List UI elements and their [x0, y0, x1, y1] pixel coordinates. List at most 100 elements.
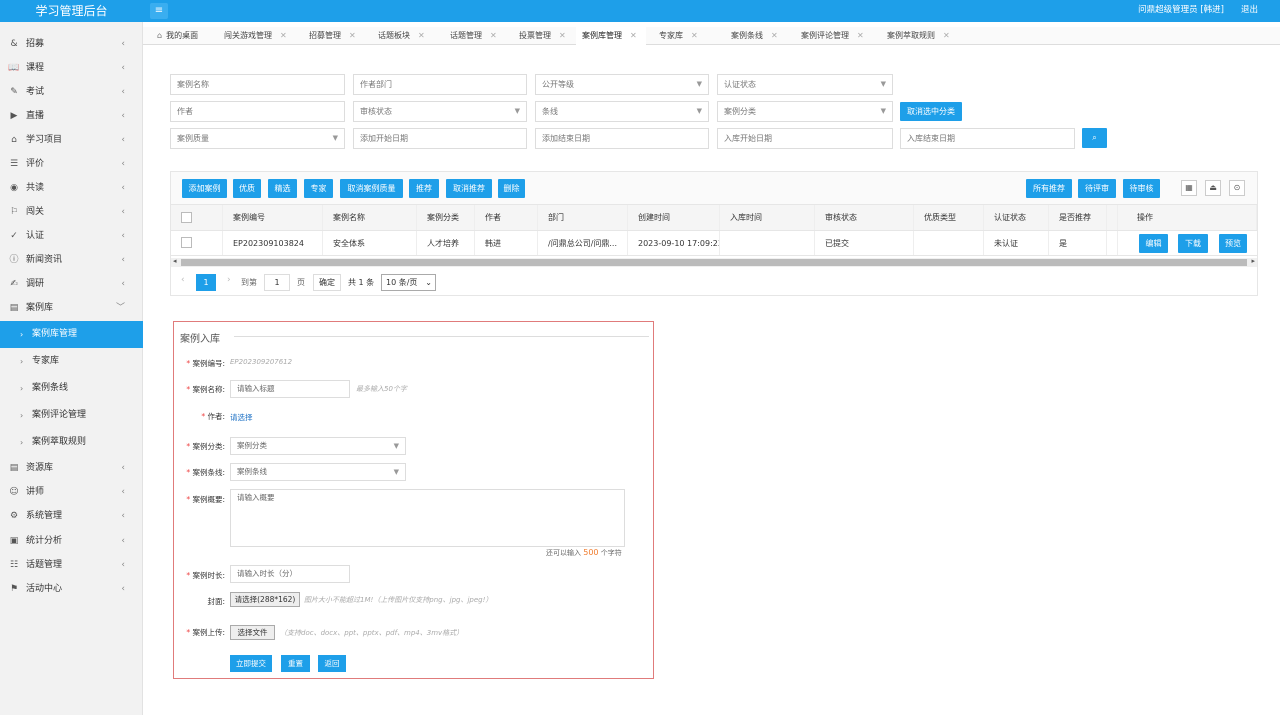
- toolbar-button[interactable]: 推荐: [409, 179, 439, 198]
- goto-page-input[interactable]: 1: [264, 274, 290, 291]
- sidebar-item[interactable]: ▶ 直播 ‹: [0, 104, 143, 128]
- reset-button[interactable]: 重置: [281, 655, 310, 672]
- download-button[interactable]: 下载: [1178, 234, 1208, 253]
- close-icon[interactable]: ✕: [857, 31, 864, 40]
- tab-item[interactable]: 闯关游戏管理 ✕: [218, 27, 296, 45]
- sidebar-subitem[interactable]: › 案例评论管理: [0, 402, 143, 429]
- line-select[interactable]: 条线 ▼: [535, 101, 709, 122]
- tab-item[interactable]: 话题板块 ✕: [372, 27, 437, 45]
- back-button[interactable]: 返回: [318, 655, 346, 672]
- quality-select[interactable]: 案例质量 ▼: [170, 128, 345, 149]
- author-select-link[interactable]: 请选择: [230, 412, 253, 423]
- toolbar-button[interactable]: 删除: [498, 179, 525, 198]
- toolbar-button[interactable]: 取消推荐: [446, 179, 492, 198]
- tab-item[interactable]: ⌂ 我的桌面: [151, 27, 211, 45]
- sidebar-subitem[interactable]: › 案例萃取规则: [0, 429, 143, 456]
- close-icon[interactable]: ✕: [559, 31, 566, 40]
- horizontal-scrollbar[interactable]: ◂ ▸: [171, 257, 1257, 267]
- scroll-left-icon[interactable]: ◂: [173, 257, 177, 265]
- close-icon[interactable]: ✕: [943, 31, 950, 40]
- toolbar-button[interactable]: 精选: [268, 179, 297, 198]
- in-end-date-input[interactable]: 入库结束日期: [900, 128, 1075, 149]
- case-category-select[interactable]: 案例分类 ▼: [230, 437, 406, 455]
- sidebar-item[interactable]: ▣ 统计分析 ‹: [0, 529, 143, 553]
- author-dept-input[interactable]: 作者部门: [353, 74, 527, 95]
- sidebar-subitem[interactable]: › 专家库: [0, 348, 143, 375]
- sidebar-item[interactable]: ⚙ 系统管理 ‹: [0, 504, 143, 528]
- download-icon[interactable]: ⊙: [1229, 180, 1245, 196]
- tab-item[interactable]: 专家库 ✕: [653, 27, 718, 45]
- page-number-current[interactable]: 1: [196, 274, 216, 291]
- cancel-category-button[interactable]: 取消选中分类: [900, 102, 962, 121]
- tab-item[interactable]: 案例评论管理 ✕: [795, 27, 873, 45]
- close-icon[interactable]: ✕: [280, 31, 287, 40]
- close-icon[interactable]: ✕: [349, 31, 356, 40]
- grid-icon[interactable]: ▦: [1181, 180, 1197, 196]
- toolbar-filter-button[interactable]: 所有推荐: [1026, 179, 1072, 198]
- sidebar-item[interactable]: ⚑ 活动中心 ‹: [0, 577, 143, 601]
- sidebar-item[interactable]: & 招募 ‹: [0, 32, 143, 56]
- tab-item[interactable]: 话题管理 ✕: [444, 27, 506, 45]
- close-icon[interactable]: ✕: [490, 31, 497, 40]
- edit-button[interactable]: 编辑: [1139, 234, 1168, 253]
- audit-status-select[interactable]: 审核状态 ▼: [353, 101, 527, 122]
- sidebar-subitem[interactable]: › 案例条线: [0, 375, 143, 402]
- close-icon[interactable]: ✕: [691, 31, 698, 40]
- toolbar-filter-button[interactable]: 待评审: [1078, 179, 1116, 198]
- page-size-select[interactable]: 10 条/页 ⌄: [381, 274, 436, 291]
- sidebar-item[interactable]: ✍ 调研 ‹: [0, 272, 143, 296]
- duration-input[interactable]: 请输入时长（分）: [230, 565, 350, 583]
- goto-confirm-button[interactable]: 确定: [313, 274, 341, 291]
- tab-item[interactable]: 案例库管理 ✕: [576, 27, 646, 45]
- preview-button[interactable]: 预览: [1219, 234, 1247, 253]
- tab-item[interactable]: 招募管理 ✕: [303, 27, 365, 45]
- row-checkbox[interactable]: [181, 237, 192, 248]
- export-icon[interactable]: ⏏: [1205, 180, 1221, 196]
- logout-link[interactable]: 退出: [1241, 0, 1258, 20]
- next-page-icon[interactable]: ›: [227, 275, 231, 285]
- scrollbar-thumb[interactable]: [181, 259, 1247, 266]
- tab-item[interactable]: 案例萃取规则 ✕: [881, 27, 950, 45]
- sidebar-item[interactable]: ⚐ 闯关 ‹: [0, 200, 143, 224]
- case-name-input[interactable]: 案例名称: [170, 74, 345, 95]
- sidebar-item[interactable]: ▤ 案例库 ﹀: [0, 296, 143, 320]
- sidebar-item[interactable]: ▤ 资源库 ‹: [0, 456, 143, 480]
- sidebar-item[interactable]: ☰ 评价 ‹: [0, 152, 143, 176]
- tab-item[interactable]: 投票管理 ✕: [513, 27, 569, 45]
- submit-button[interactable]: 立即提交: [230, 655, 272, 672]
- add-start-date-input[interactable]: 添加开始日期: [353, 128, 527, 149]
- cert-status-select[interactable]: 认证状态 ▼: [717, 74, 893, 95]
- in-start-date-input[interactable]: 入库开始日期: [717, 128, 893, 149]
- author-input[interactable]: 作者: [170, 101, 345, 122]
- summary-textarea[interactable]: 请输入概要: [230, 489, 625, 547]
- toolbar-button[interactable]: 专家: [304, 179, 333, 198]
- close-icon[interactable]: ✕: [771, 31, 778, 40]
- search-button[interactable]: ⌕: [1082, 128, 1107, 148]
- current-user[interactable]: 问鼎超级管理员 [韩进]: [1138, 0, 1224, 20]
- sidebar-subitem[interactable]: › 案例库管理: [0, 321, 143, 348]
- prev-page-icon[interactable]: ‹: [181, 275, 185, 285]
- add-end-date-input[interactable]: 添加结束日期: [535, 128, 709, 149]
- public-level-select[interactable]: 公开等级 ▼: [535, 74, 709, 95]
- toolbar-button[interactable]: 添加案例: [182, 179, 227, 198]
- toolbar-filter-button[interactable]: 待审核: [1123, 179, 1160, 198]
- sidebar-item[interactable]: 📖 课程 ‹: [0, 56, 143, 80]
- sidebar-item[interactable]: ✎ 考试 ‹: [0, 80, 143, 104]
- select-all-checkbox[interactable]: [181, 212, 192, 223]
- sidebar-item[interactable]: ✓ 认证 ‹: [0, 224, 143, 248]
- sidebar-item[interactable]: ☷ 话题管理 ‹: [0, 553, 143, 577]
- sidebar-item[interactable]: ⌂ 学习项目 ‹: [0, 128, 143, 152]
- toolbar-button[interactable]: 取消案例质量: [340, 179, 403, 198]
- category-select[interactable]: 案例分类 ▼: [717, 101, 893, 122]
- menu-toggle-icon[interactable]: ≡: [150, 3, 168, 19]
- case-title-input[interactable]: 请输入标题: [230, 380, 350, 398]
- table-row[interactable]: EP202309103824 安全体系 人才培养 韩进/问鼎总公司/问鼎... 2023…: [171, 231, 1257, 256]
- scroll-right-icon[interactable]: ▸: [1251, 257, 1255, 265]
- tab-item[interactable]: 案例条线 ✕: [725, 27, 788, 45]
- close-icon[interactable]: ✕: [418, 31, 425, 40]
- sidebar-item[interactable]: ☺ 讲师 ‹: [0, 480, 143, 504]
- close-icon[interactable]: ✕: [630, 31, 637, 40]
- file-select-button[interactable]: 选择文件: [230, 625, 275, 640]
- case-line-select[interactable]: 案例条线 ▼: [230, 463, 406, 481]
- toolbar-button[interactable]: 优质: [233, 179, 261, 198]
